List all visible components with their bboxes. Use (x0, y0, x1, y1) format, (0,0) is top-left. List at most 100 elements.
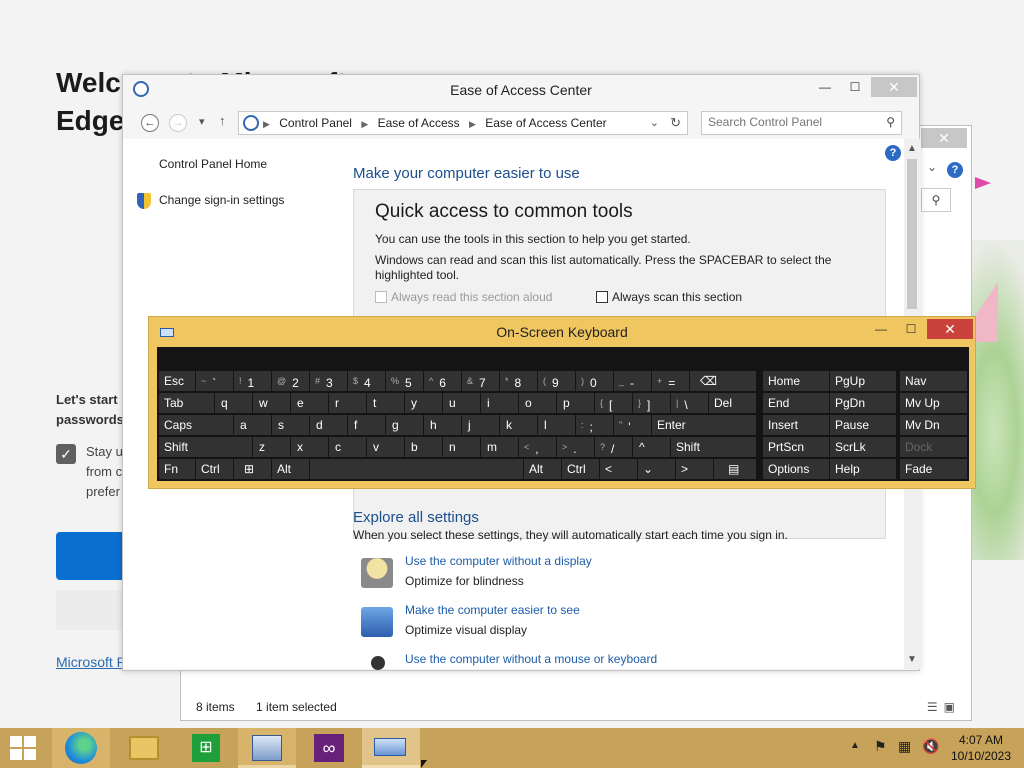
key-backslash[interactable]: | \ (671, 393, 708, 413)
key-alt-right[interactable]: Alt (524, 459, 561, 479)
setting-without-display[interactable]: Use the computer without a display Optim… (361, 554, 761, 600)
key-ctrl-left[interactable]: Ctrl (196, 459, 233, 479)
key-minus[interactable]: _ - (614, 371, 651, 391)
edge-microsoft-link[interactable]: Microsoft P (56, 654, 126, 670)
key-m[interactable]: m (481, 437, 518, 457)
always-read-checkbox[interactable]: Always read this section aloud (375, 290, 552, 304)
key-right-arrow[interactable]: > (676, 459, 713, 479)
key-enter[interactable]: Enter (652, 415, 756, 435)
key-scrlk[interactable]: ScrLk (830, 437, 896, 457)
show-hidden-icons-chevron-icon[interactable]: ▲ (850, 740, 860, 751)
key-k[interactable]: k (500, 415, 537, 435)
setting-easier-to-see[interactable]: Make the computer easier to see Optimize… (361, 603, 761, 649)
key-3[interactable]: #3 (310, 371, 347, 391)
back-button[interactable]: ← (141, 114, 159, 132)
scroll-up-icon[interactable]: ▲ (907, 143, 917, 154)
key-8[interactable]: * 8 (500, 371, 537, 391)
key-z[interactable]: z (253, 437, 290, 457)
address-bar[interactable]: ▶ Control Panel ▶ Ease of Access ▶ Ease … (238, 111, 688, 135)
key-2[interactable]: @2 (272, 371, 309, 391)
key-b[interactable]: b (405, 437, 442, 457)
key-left-bracket[interactable]: {[ (595, 393, 632, 413)
key-4[interactable]: $4 (348, 371, 385, 391)
help-icon[interactable]: ? (947, 162, 963, 178)
key-slash[interactable]: ? / (595, 437, 632, 457)
taskbar-file-explorer-button[interactable] (114, 728, 172, 768)
key-left-arrow[interactable]: < (600, 459, 637, 479)
key-backtick[interactable]: ~ ` (196, 371, 233, 391)
refresh-icon[interactable]: ↻ (670, 115, 681, 131)
key-u[interactable]: u (443, 393, 480, 413)
key-prtscn[interactable]: PrtScn (763, 437, 829, 457)
key-semicolon[interactable]: :; (576, 415, 613, 435)
setting-link[interactable]: Make the computer easier to see (405, 603, 580, 617)
key-down-arrow[interactable]: ⌄ (638, 459, 675, 479)
volume-muted-icon[interactable]: 🔇 (922, 738, 939, 755)
key-t[interactable]: t (367, 393, 404, 413)
key-c[interactable]: c (329, 437, 366, 457)
change-sign-in-settings-link[interactable]: Change sign-in settings (159, 193, 284, 207)
search-icon[interactable]: ⚲ (886, 115, 895, 129)
key-s[interactable]: s (272, 415, 309, 435)
action-center-flag-icon[interactable]: ⚑ (874, 738, 887, 755)
edge-secondary-button[interactable] (56, 590, 126, 630)
setting-link[interactable]: Use the computer without a display (405, 554, 592, 568)
explorer-close-button[interactable]: ✕ (921, 128, 967, 148)
key-a[interactable]: a (234, 415, 271, 435)
key-5[interactable]: % 5 (386, 371, 423, 391)
key-1[interactable]: ! 1 (234, 371, 271, 391)
key-n[interactable]: n (443, 437, 480, 457)
key-period[interactable]: >. (557, 437, 594, 457)
key-9[interactable]: (9 (538, 371, 575, 391)
key-options[interactable]: Options (763, 459, 829, 479)
osk-maximize-button[interactable]: ☐ (897, 319, 925, 339)
key-v[interactable]: v (367, 437, 404, 457)
key-d[interactable]: d (310, 415, 347, 435)
key-shift-right[interactable]: Shift (671, 437, 756, 457)
forward-button[interactable]: → (169, 114, 187, 132)
key-w[interactable]: w (253, 393, 290, 413)
key-p[interactable]: p (557, 393, 594, 413)
key-end[interactable]: End (763, 393, 829, 413)
key-mv-up[interactable]: Mv Up (900, 393, 967, 413)
key-i[interactable]: i (481, 393, 518, 413)
key-pgup[interactable]: PgUp (830, 371, 896, 391)
key-space[interactable] (310, 459, 523, 479)
help-icon[interactable]: ? (885, 145, 901, 161)
osk-title-bar[interactable]: On-Screen Keyboard — ☐ ✕ (149, 317, 975, 347)
taskbar-store-button[interactable]: ⊞ (176, 728, 234, 768)
key-o[interactable]: o (519, 393, 556, 413)
breadcrumb-ease-of-access-center[interactable]: Ease of Access Center (485, 116, 606, 130)
key-quote[interactable]: " ' (614, 415, 651, 435)
breadcrumb-ease-of-access[interactable]: Ease of Access (378, 116, 460, 130)
chevron-down-icon[interactable]: ⌄ (927, 160, 937, 174)
key-ctrl-right[interactable]: Ctrl (562, 459, 599, 479)
edge-primary-button[interactable] (56, 532, 126, 580)
scroll-down-icon[interactable]: ▼ (907, 654, 917, 665)
key-y[interactable]: y (405, 393, 442, 413)
key-x[interactable]: x (291, 437, 328, 457)
up-arrow-icon[interactable]: ↑ (219, 113, 226, 128)
menu-key-icon[interactable]: ▤ (714, 459, 756, 479)
key-pgdn[interactable]: PgDn (830, 393, 896, 413)
key-right-bracket[interactable]: }] (633, 393, 670, 413)
key-nav[interactable]: Nav (900, 371, 967, 391)
key-shift-left[interactable]: Shift (159, 437, 252, 457)
key-q[interactable]: q (215, 393, 252, 413)
edge-stay-checkbox[interactable]: ✓ (56, 444, 76, 464)
key-r[interactable]: r (329, 393, 366, 413)
key-7[interactable]: & 7 (462, 371, 499, 391)
key-0[interactable]: ) 0 (576, 371, 613, 391)
breadcrumb-control-panel[interactable]: Control Panel (279, 116, 352, 130)
key-equals[interactable]: + = (652, 371, 689, 391)
key-caps[interactable]: Caps (159, 415, 233, 435)
key-del[interactable]: Del (709, 393, 756, 413)
setting-link[interactable]: Use the computer without a mouse or keyb… (405, 652, 657, 666)
key-j[interactable]: j (462, 415, 499, 435)
taskbar-edge-button[interactable] (52, 728, 110, 768)
key-g[interactable]: g (386, 415, 423, 435)
key-help[interactable]: Help (830, 459, 896, 479)
address-dropdown-icon[interactable]: ⌄ (650, 116, 659, 129)
key-comma[interactable]: <, (519, 437, 556, 457)
network-icon[interactable]: ▦ (898, 738, 911, 755)
